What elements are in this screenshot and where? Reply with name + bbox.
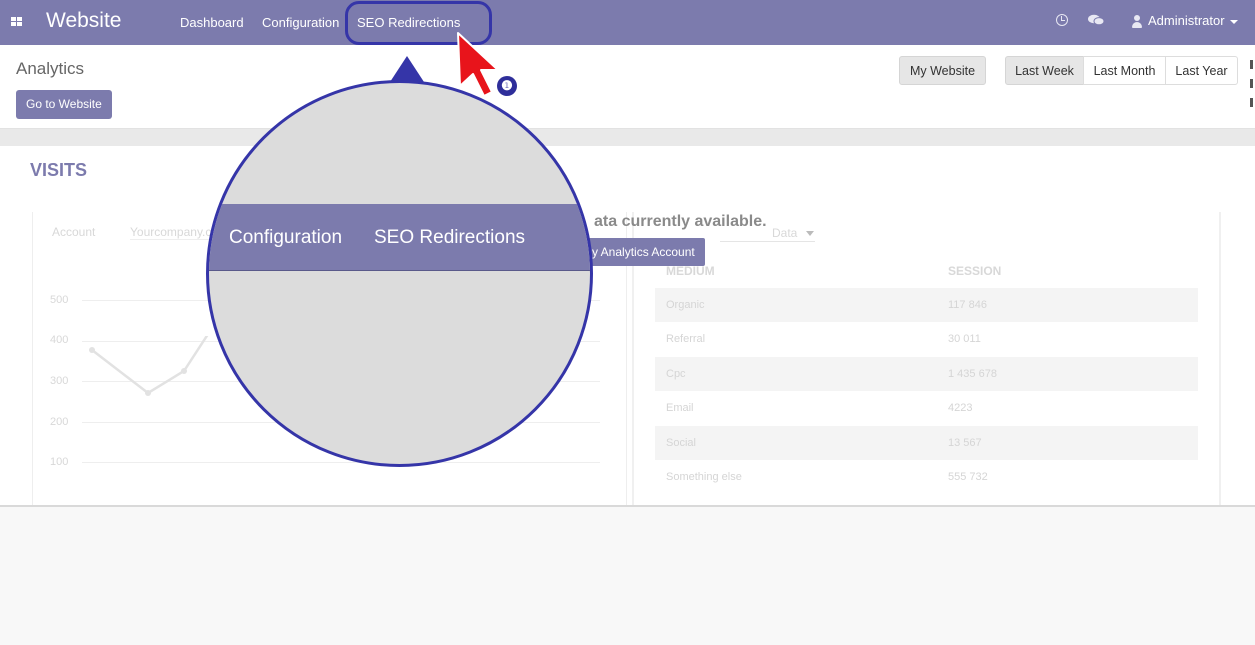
scroll-indicator — [1250, 60, 1255, 120]
top-navbar: Website Dashboard Configuration SEO Redi… — [0, 0, 1255, 45]
cell-medium: Cpc — [666, 368, 686, 380]
chevron-down-icon — [806, 231, 814, 236]
menu-configuration[interactable]: Configuration — [262, 15, 339, 30]
table-row: Referral 30 011 — [655, 322, 1198, 356]
cell-session: 4223 — [948, 402, 973, 414]
cell-medium: Referral — [666, 333, 706, 345]
breadcrumb: Analytics — [16, 59, 85, 78]
section-title: VISITS — [30, 160, 88, 180]
y-tick: 200 — [50, 416, 69, 428]
cell-session: 13 567 — [948, 437, 982, 449]
y-tick: 100 — [50, 456, 69, 468]
chat-icon[interactable] — [1088, 14, 1104, 26]
app-brand[interactable]: Website — [46, 9, 121, 33]
column-header-medium: MEDIUM — [666, 264, 715, 278]
table-row: Email 4223 — [655, 391, 1198, 425]
last-month-button[interactable]: Last Month — [1083, 56, 1166, 85]
cell-medium: Social — [666, 437, 696, 449]
cell-session: 1 435 678 — [948, 368, 997, 380]
my-website-button[interactable]: My Website — [899, 56, 986, 85]
divider — [0, 129, 1255, 146]
activity-clock-icon[interactable] — [1056, 14, 1068, 26]
cell-session: 117 846 — [948, 299, 987, 311]
visits-line-series — [89, 336, 209, 396]
user-menu[interactable]: Administrator — [1148, 13, 1225, 28]
chevron-down-icon[interactable] — [1230, 20, 1238, 24]
table-row: Social 13 567 — [655, 426, 1198, 460]
table-row: Cpc 1 435 678 — [655, 357, 1198, 391]
column-header-session: SESSION — [948, 264, 1002, 278]
account-label: Account — [52, 225, 96, 239]
cell-medium: Email — [666, 402, 694, 414]
cell-session: 555 732 — [948, 471, 988, 483]
cell-medium: Organic — [666, 299, 705, 311]
analytics-account-button[interactable]: y Analytics Account — [580, 238, 705, 266]
y-tick: 500 — [50, 294, 69, 306]
dropdown-value: Data — [772, 226, 798, 240]
user-avatar-icon[interactable] — [1132, 15, 1142, 28]
main-content: VISITS Account Yourcompany.c 500 400 300… — [0, 146, 1255, 507]
last-year-button[interactable]: Last Year — [1165, 56, 1238, 85]
menu-dashboard[interactable]: Dashboard — [180, 15, 244, 30]
last-week-button[interactable]: Last Week — [1005, 56, 1084, 85]
gridline — [82, 462, 600, 463]
account-select[interactable]: Yourcompany.c — [130, 225, 220, 240]
control-panel: Analytics Go to Website My Website Last … — [0, 45, 1255, 129]
magnifier-pointer — [390, 56, 424, 82]
magnified-menu-configuration: Configuration — [229, 227, 343, 248]
y-tick: 400 — [50, 334, 69, 346]
table-row: Something else 555 732 — [655, 460, 1198, 494]
table-row: Organic 117 846 — [655, 288, 1198, 322]
step-number-badge: ❶ — [497, 76, 517, 96]
magnified-navbar: Configuration SEO Redirections — [209, 204, 590, 271]
data-dropdown[interactable]: Data — [720, 224, 815, 242]
y-tick: 300 — [50, 375, 69, 387]
cell-medium: Something else — [666, 471, 742, 483]
apps-menu-icon[interactable] — [11, 17, 22, 26]
zoom-magnifier: Configuration SEO Redirections — [206, 80, 593, 467]
go-to-website-button[interactable]: Go to Website — [16, 90, 112, 119]
magnified-menu-seo-redirections: SEO Redirections — [374, 227, 526, 248]
cell-session: 30 011 — [948, 333, 981, 345]
